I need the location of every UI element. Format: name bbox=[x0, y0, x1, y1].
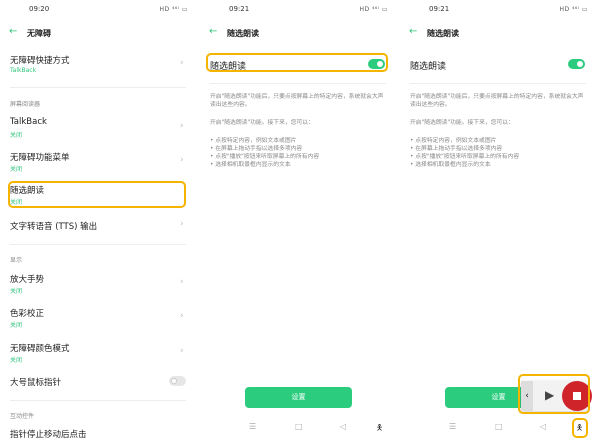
bullet: • 点按"播放"按钮来听取屏幕上的所有内容 bbox=[210, 154, 320, 160]
back-nav-icon[interactable]: ◁ bbox=[540, 422, 546, 431]
bullet: • 选择相机取景框内显示的文本 bbox=[410, 162, 491, 168]
description: 开启"随选朗读"功能后，只要点按屏幕上的特定内容，系统就会大声读出这些内容。 bbox=[210, 94, 384, 108]
back-arrow-icon[interactable]: ← bbox=[209, 26, 217, 37]
item-sub: 关闭 bbox=[10, 166, 23, 173]
highlight-box bbox=[518, 374, 590, 414]
chevron-right-icon: › bbox=[180, 121, 184, 131]
item-label: 文字转语音 (TTS) 输出 bbox=[10, 222, 98, 232]
accessibility-settings-screen: 09:20 HD ⁴⁶ᴵ ▭ ← 无障碍 无障碍快捷方式 TalkBack › … bbox=[0, 0, 200, 439]
item-label: 色彩校正 bbox=[10, 309, 45, 319]
chevron-right-icon: › bbox=[180, 277, 184, 287]
back-nav-icon[interactable]: ◁ bbox=[340, 422, 346, 431]
magnify-item[interactable]: 放大手势 关闭 › bbox=[0, 271, 200, 299]
bullet: • 点按特定内容，例如文本或图片 bbox=[210, 138, 297, 144]
bullet: • 在屏幕上拖动手指以选择多项内容 bbox=[210, 146, 303, 152]
talkback-item[interactable]: TalkBack 关闭 › bbox=[0, 115, 200, 143]
divider bbox=[10, 244, 186, 245]
page-title: 无障碍 bbox=[27, 29, 51, 38]
color-mode-item[interactable]: 无障碍颜色模式 关闭 › bbox=[0, 340, 200, 368]
chevron-right-icon: › bbox=[180, 155, 184, 165]
item-sub: 关闭 bbox=[10, 357, 23, 364]
divider bbox=[410, 83, 586, 84]
divider bbox=[10, 87, 186, 88]
section-header: 互动控件 bbox=[10, 413, 35, 420]
page-title: 随选朗读 bbox=[427, 29, 459, 38]
status-time: 09:20 bbox=[29, 5, 50, 13]
item-label: 无障碍功能菜单 bbox=[10, 153, 70, 163]
settings-button[interactable]: 设置 bbox=[245, 387, 352, 408]
accessibility-icon[interactable]: 🯅 bbox=[376, 422, 383, 436]
status-icons: HD ⁴⁶ᴵ ▭ bbox=[159, 6, 188, 13]
shortcut-item[interactable]: 无障碍快捷方式 TalkBack › bbox=[0, 52, 200, 82]
status-time: 09:21 bbox=[429, 5, 450, 13]
menu-nav-icon[interactable]: ☰ bbox=[449, 422, 456, 431]
item-sub: 关闭 bbox=[10, 132, 23, 139]
select-to-speak-active-screen: 09:21 HD ⁴⁶ᴵ ▭ ← 随选朗读 随选朗读 开启"随选朗读"功能后，只… bbox=[400, 0, 600, 439]
item-label: TalkBack bbox=[10, 117, 47, 127]
status-time: 09:21 bbox=[229, 5, 250, 13]
page-title: 随选朗读 bbox=[227, 29, 259, 38]
bullet: • 选择相机取景框内显示的文本 bbox=[210, 162, 291, 168]
highlight-box bbox=[8, 181, 186, 208]
status-icons: HD ⁴⁶ᴵ ▭ bbox=[359, 6, 388, 13]
bullet: • 点按特定内容，例如文本或图片 bbox=[410, 138, 497, 144]
home-nav-icon[interactable]: □ bbox=[495, 422, 503, 431]
highlight-box bbox=[206, 53, 388, 72]
bullet: • 在屏幕上拖动手指以选择多项内容 bbox=[410, 146, 503, 152]
status-icons: HD ⁴⁶ᴵ ▭ bbox=[559, 6, 588, 13]
description: 开启"随选朗读"功能。接下来，您可以： bbox=[410, 120, 514, 126]
chevron-right-icon: › bbox=[180, 58, 184, 68]
highlight-box bbox=[572, 418, 588, 438]
select-to-speak-screen: 09:21 HD ⁴⁶ᴵ ▭ ← 随选朗读 随选朗读 开启"随选朗读"功能后，只… bbox=[200, 0, 400, 439]
home-nav-icon[interactable]: □ bbox=[295, 422, 303, 431]
back-arrow-icon[interactable]: ← bbox=[9, 26, 17, 37]
item-label: 无障碍快捷方式 bbox=[10, 56, 70, 66]
chevron-right-icon: › bbox=[180, 311, 184, 321]
item-label: 放大手势 bbox=[10, 275, 45, 285]
description: 开启"随选朗读"功能后，只要点按屏幕上的特定内容，系统就会大声读出这些内容。 bbox=[410, 94, 584, 108]
bullet: • 点按"播放"按钮来听取屏幕上的所有内容 bbox=[410, 154, 520, 160]
back-arrow-icon[interactable]: ← bbox=[409, 26, 417, 37]
section-header: 屏幕阅读器 bbox=[10, 101, 41, 108]
chevron-right-icon: › bbox=[180, 346, 184, 356]
menu-nav-icon[interactable]: ☰ bbox=[249, 422, 256, 431]
large-pointer-toggle[interactable] bbox=[169, 376, 186, 386]
item-sub: 关闭 bbox=[10, 322, 23, 329]
item-sub: TalkBack bbox=[10, 67, 37, 74]
color-correction-item[interactable]: 色彩校正 关闭 › bbox=[0, 305, 200, 333]
menu-item[interactable]: 无障碍功能菜单 关闭 › bbox=[0, 149, 200, 177]
chevron-right-icon: › bbox=[180, 219, 184, 229]
item-sub: 关闭 bbox=[10, 288, 23, 295]
dwell-click-item[interactable]: 指针停止移动后点击 bbox=[10, 428, 87, 439]
tts-item[interactable]: 文字转语音 (TTS) 输出 › bbox=[0, 218, 200, 236]
description: 开启"随选朗读"功能。接下来，您可以： bbox=[210, 120, 314, 126]
large-pointer-label: 大号鼠标指针 bbox=[10, 378, 62, 388]
item-label: 无障碍颜色模式 bbox=[10, 344, 70, 354]
section-header: 显示 bbox=[10, 257, 23, 264]
divider bbox=[210, 83, 386, 84]
toggle-label: 随选朗读 bbox=[410, 62, 447, 72]
select-to-speak-toggle[interactable] bbox=[568, 59, 585, 69]
divider bbox=[10, 400, 186, 401]
